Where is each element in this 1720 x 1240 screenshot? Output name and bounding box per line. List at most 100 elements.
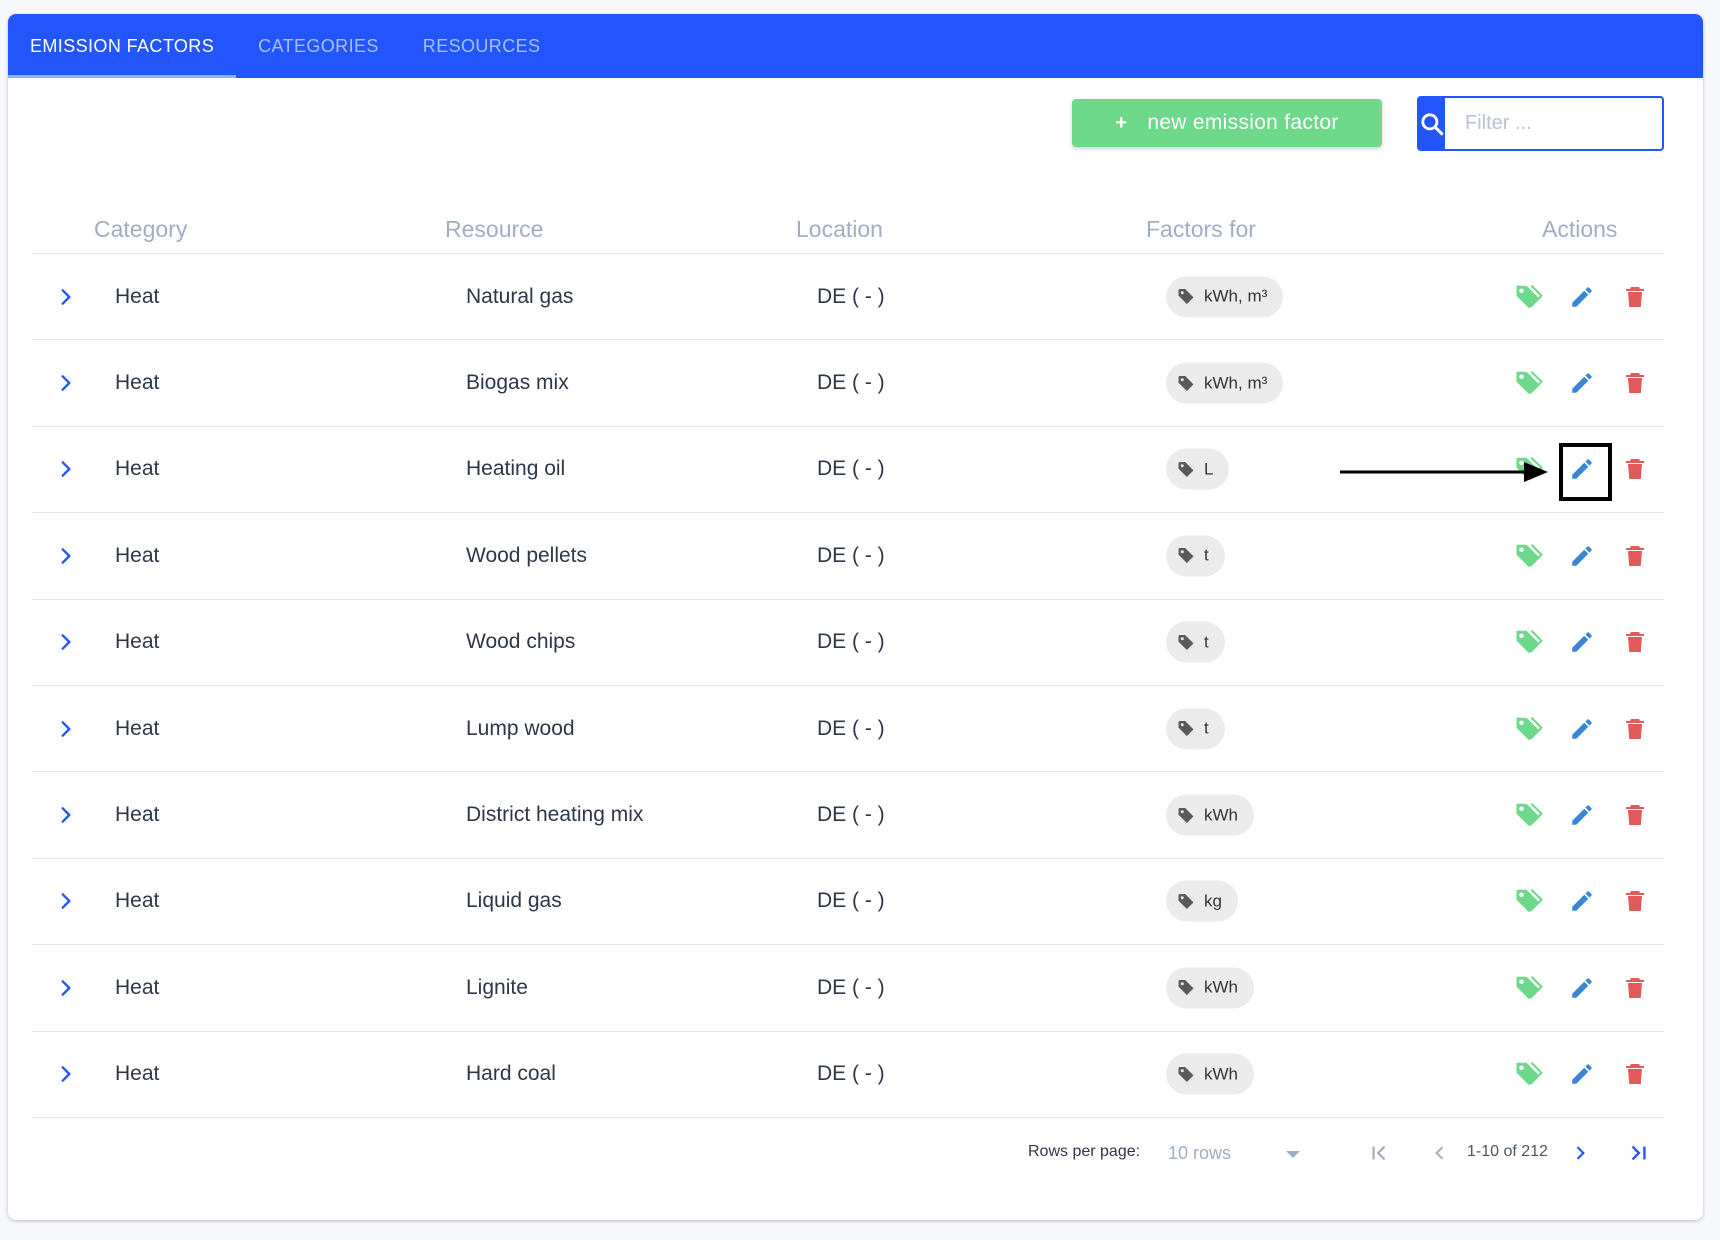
last-page-icon xyxy=(1631,1145,1646,1161)
expand-row-button[interactable] xyxy=(52,887,80,915)
delete-action-button[interactable] xyxy=(1617,797,1653,833)
filter-field xyxy=(1417,96,1720,151)
edit-action-button[interactable] xyxy=(1564,797,1600,833)
expand-row-button[interactable] xyxy=(52,283,80,311)
chevron-right-icon xyxy=(61,1066,71,1083)
tag-action-button[interactable] xyxy=(1511,624,1547,660)
edit-action-button[interactable] xyxy=(1564,451,1600,487)
chevron-right-icon xyxy=(61,807,71,823)
chevron-right-icon xyxy=(61,461,71,478)
tag-action-button[interactable] xyxy=(1511,538,1547,574)
tag-action-button[interactable] xyxy=(1511,883,1547,919)
expand-row-button[interactable] xyxy=(52,715,80,743)
cell-resource: Hard coal xyxy=(466,1062,556,1086)
trash-icon xyxy=(1626,1064,1644,1085)
table-row: Heat Liquid gas DE ( - ) kg xyxy=(32,859,1664,946)
tab-emission-factors[interactable]: EMISSION FACTORS xyxy=(8,14,237,78)
rows-per-page-select[interactable]: 10 rows xyxy=(1160,1135,1300,1171)
cell-resource: District heating mix xyxy=(466,803,644,827)
filter-input[interactable] xyxy=(1445,98,1720,149)
factors-chip: kg xyxy=(1166,880,1238,922)
edit-action-button[interactable] xyxy=(1564,624,1600,660)
tag-icon xyxy=(1178,721,1194,737)
factors-chip-label: t xyxy=(1204,632,1209,652)
edit-action-button[interactable] xyxy=(1564,538,1600,574)
first-page-icon xyxy=(1372,1145,1386,1161)
tag-action-button[interactable] xyxy=(1511,797,1547,833)
expand-row-button[interactable] xyxy=(52,628,80,656)
new-emission-factor-button[interactable]: + new emission factor xyxy=(1072,99,1382,147)
cell-resource: Lignite xyxy=(466,975,528,999)
search-button[interactable] xyxy=(1419,98,1445,149)
pencil-icon xyxy=(1572,1064,1592,1084)
cell-category: Heat xyxy=(115,889,160,913)
delete-action-button[interactable] xyxy=(1617,538,1653,574)
first-page-button[interactable] xyxy=(1362,1135,1398,1171)
trash-icon xyxy=(1626,459,1644,480)
header-category[interactable]: Category xyxy=(94,216,187,243)
prev-page-button[interactable] xyxy=(1422,1135,1458,1171)
plus-icon: + xyxy=(1115,111,1128,134)
chevron-right-icon xyxy=(61,634,71,651)
chevron-down-icon xyxy=(1286,1151,1300,1158)
pencil-icon xyxy=(1572,978,1592,998)
delete-action-button[interactable] xyxy=(1617,451,1653,487)
table-row: Heat Natural gas DE ( - ) kWh, m³ xyxy=(32,254,1664,341)
cell-location: DE ( - ) xyxy=(817,284,885,308)
tag-icon xyxy=(1516,284,1543,308)
factors-chip-label: t xyxy=(1204,718,1209,738)
header-factors-for[interactable]: Factors for xyxy=(1146,216,1256,243)
chevron-right-icon xyxy=(61,720,71,737)
factors-chip: kWh, m³ xyxy=(1166,276,1284,318)
edit-action-button[interactable] xyxy=(1564,1056,1600,1092)
factors-chip-label: kWh, m³ xyxy=(1204,373,1268,393)
edit-action-button[interactable] xyxy=(1564,279,1600,315)
next-page-button[interactable] xyxy=(1562,1135,1598,1171)
header-resource[interactable]: Resource xyxy=(445,216,543,243)
expand-row-button[interactable] xyxy=(52,542,80,570)
expand-row-button[interactable] xyxy=(52,801,80,829)
expand-row-button[interactable] xyxy=(52,455,80,483)
edit-action-button[interactable] xyxy=(1564,365,1600,401)
tag-icon xyxy=(1516,803,1543,827)
delete-action-button[interactable] xyxy=(1617,624,1653,660)
last-page-button[interactable] xyxy=(1620,1135,1656,1171)
trash-icon xyxy=(1626,977,1644,998)
cell-resource: Lump wood xyxy=(466,716,575,740)
factors-chip-label: kWh, m³ xyxy=(1204,286,1268,306)
expand-row-button[interactable] xyxy=(52,1060,80,1088)
delete-action-button[interactable] xyxy=(1617,1056,1653,1092)
tab-categories[interactable]: CATEGORIES xyxy=(236,14,401,78)
delete-action-button[interactable] xyxy=(1617,883,1653,919)
tag-action-button[interactable] xyxy=(1511,1056,1547,1092)
tag-action-button[interactable] xyxy=(1511,365,1547,401)
delete-action-button[interactable] xyxy=(1617,365,1653,401)
tab-resources[interactable]: RESOURCES xyxy=(401,14,563,78)
tag-action-button[interactable] xyxy=(1511,451,1547,487)
expand-row-button[interactable] xyxy=(52,369,80,397)
edit-action-button[interactable] xyxy=(1564,711,1600,747)
delete-action-button[interactable] xyxy=(1617,279,1653,315)
factors-chip: kWh, m³ xyxy=(1166,362,1284,404)
tag-icon xyxy=(1178,375,1194,391)
trash-icon xyxy=(1626,718,1644,739)
factors-chip-label: kWh xyxy=(1204,805,1238,825)
expand-row-button[interactable] xyxy=(52,974,80,1002)
table-header: Category Resource Location Factors for A… xyxy=(32,200,1664,254)
tag-icon xyxy=(1178,893,1194,909)
edit-action-button[interactable] xyxy=(1564,883,1600,919)
table-row: Heat Heating oil DE ( - ) L xyxy=(32,427,1664,514)
cell-resource: Wood pellets xyxy=(466,543,588,567)
tag-action-button[interactable] xyxy=(1511,970,1547,1006)
delete-action-button[interactable] xyxy=(1617,970,1653,1006)
table-row: Heat Biogas mix DE ( - ) kWh, m³ xyxy=(32,340,1664,427)
tag-action-button[interactable] xyxy=(1511,279,1547,315)
edit-action-button[interactable] xyxy=(1564,970,1600,1006)
tag-action-button[interactable] xyxy=(1511,711,1547,747)
tag-icon xyxy=(1178,461,1194,477)
delete-action-button[interactable] xyxy=(1617,711,1653,747)
tag-icon xyxy=(1516,716,1543,740)
header-location[interactable]: Location xyxy=(796,216,883,243)
pagination-footer: Rows per page: 10 rows 1-10 of 212 xyxy=(0,1125,1720,1181)
search-icon xyxy=(1421,112,1444,135)
